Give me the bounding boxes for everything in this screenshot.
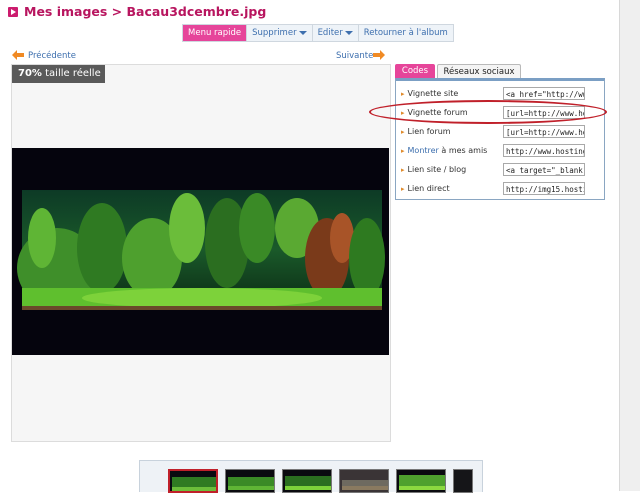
bullet-icon: ▸ bbox=[401, 128, 405, 136]
arrow-left-icon[interactable] bbox=[12, 50, 24, 60]
bullet-icon: ▸ bbox=[401, 185, 405, 193]
code-row: ▸Montrer à mes amis http://www.hostingpi… bbox=[396, 143, 602, 162]
thumbnail[interactable] bbox=[339, 469, 389, 493]
bullet-icon: ▸ bbox=[401, 90, 405, 98]
arrow-right-icon[interactable] bbox=[373, 50, 385, 60]
thumbnail[interactable] bbox=[453, 469, 473, 493]
code-label: Lien forum bbox=[407, 127, 451, 136]
thumbnail-image bbox=[454, 470, 472, 492]
code-label: Lien direct bbox=[407, 184, 450, 193]
thumbnail-image bbox=[170, 471, 216, 491]
code-label: Lien site / blog bbox=[407, 165, 467, 174]
show-friends-link[interactable]: Montrer bbox=[408, 146, 439, 155]
scrollbar[interactable] bbox=[619, 0, 640, 491]
code-row: ▸Lien direct http://img15.hostingp bbox=[396, 181, 602, 200]
highlight-ellipse bbox=[369, 100, 607, 124]
thumbnail-image bbox=[226, 470, 274, 492]
page-title: Mes images > Bacau3dcembre.jpg bbox=[24, 4, 267, 19]
back-to-album-button[interactable]: Retourner à l'album bbox=[359, 25, 453, 41]
thumbnail[interactable] bbox=[168, 469, 218, 493]
zoom-text: taille réelle bbox=[41, 68, 101, 79]
code-row: ▸Lien site / blog <a target="_blank" h bbox=[396, 162, 602, 181]
share-url-field[interactable]: http://www.hostingpic bbox=[503, 144, 585, 157]
chevron-down-icon bbox=[298, 30, 307, 35]
site-blog-link-field[interactable]: <a target="_blank" h bbox=[503, 163, 585, 176]
site-thumbnail-code-field[interactable]: <a href="http://www.h bbox=[503, 87, 585, 100]
bullet-icon: ▸ bbox=[401, 166, 405, 174]
thumbnail-strip bbox=[139, 460, 483, 493]
codes-panel: ▸Vignette site <a href="http://www.h ▸Vi… bbox=[395, 78, 605, 200]
next-link[interactable]: Suivante bbox=[336, 51, 373, 61]
thumbnail-image bbox=[397, 470, 445, 492]
thumbnail[interactable] bbox=[225, 469, 275, 493]
thumbnail[interactable] bbox=[282, 469, 332, 493]
forum-link-code-field[interactable]: [url=http://www.hosti bbox=[503, 125, 585, 138]
delete-label: Supprimer bbox=[252, 28, 297, 38]
quick-menu-button[interactable]: Menu rapide bbox=[183, 25, 248, 41]
image-icon bbox=[8, 7, 18, 17]
code-label: Vignette site bbox=[407, 89, 459, 98]
code-label: à mes amis bbox=[438, 146, 488, 155]
action-toolbar: Menu rapide Supprimer Editer Retourner à… bbox=[182, 24, 454, 42]
chevron-down-icon bbox=[344, 30, 353, 35]
zoom-badge[interactable]: 70% taille réelle bbox=[12, 65, 105, 83]
thumbnail[interactable] bbox=[396, 469, 446, 493]
bullet-icon: ▸ bbox=[401, 147, 405, 155]
code-row: ▸Lien forum [url=http://www.hosti bbox=[396, 124, 602, 143]
aquarium-photo[interactable] bbox=[12, 148, 389, 355]
thumbnail-image bbox=[340, 470, 388, 492]
tab-social-networks[interactable]: Réseaux sociaux bbox=[437, 64, 521, 79]
thumbnail-image bbox=[283, 470, 331, 492]
direct-link-field[interactable]: http://img15.hostingp bbox=[503, 182, 585, 195]
previous-link[interactable]: Précédente bbox=[28, 51, 76, 61]
delete-button[interactable]: Supprimer bbox=[247, 25, 313, 41]
aquarium-image bbox=[12, 148, 389, 355]
zoom-value: 70% bbox=[18, 68, 42, 79]
tab-codes[interactable]: Codes bbox=[395, 64, 435, 78]
edit-button[interactable]: Editer bbox=[313, 25, 359, 41]
edit-label: Editer bbox=[317, 28, 343, 38]
